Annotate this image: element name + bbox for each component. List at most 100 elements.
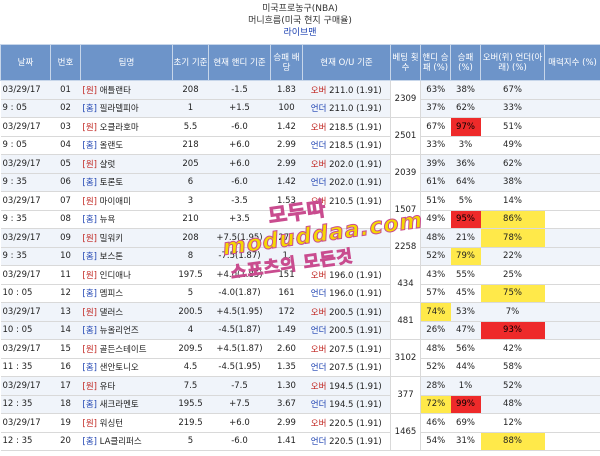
over-under-cell <box>302 247 391 266</box>
over-under-cell: 언더 207.5 (1.91) <box>302 358 391 377</box>
over-under-cell <box>302 210 391 229</box>
team-name[interactable]: 새크라멘토 <box>97 400 139 410</box>
win-loss-pct-cell: 44% <box>450 358 481 377</box>
over-under-cell: 오버 210.5 (1.91) <box>302 191 391 211</box>
handicap-pct-cell: 74% <box>420 302 451 322</box>
home-away-tag: [홈] <box>82 326 97 337</box>
team-name[interactable]: 뉴욕 <box>97 215 116 225</box>
date-cell: 12 : 35 <box>0 432 51 451</box>
team-name[interactable]: 뉴올리언즈 <box>97 326 139 336</box>
odds-cell: 1.42 <box>270 173 303 192</box>
table-row: 9 : 35 08 [홈] 뉴욕 210 +3.5 49% 95% 86% <box>0 210 600 229</box>
liveman-link[interactable]: 라이브맨 <box>0 27 600 39</box>
team-cell: [홈] 토론토 <box>80 173 173 192</box>
win-loss-pct-cell: 45% <box>450 284 481 303</box>
date-cell: 10 : 05 <box>0 321 51 340</box>
handicap-cell: -7.5 <box>208 376 271 396</box>
team-cell: [원] 오클라호마 <box>80 117 173 137</box>
team-name[interactable]: 보스톤 <box>97 252 123 262</box>
odds-cell: 2.60 <box>270 339 303 359</box>
handicap-cell: +7.5(1.95) <box>208 228 271 248</box>
odds-cell: 1.30 <box>270 376 303 396</box>
over-under-value: 194.5 (1.91) <box>326 381 382 392</box>
team-name[interactable]: 애틀랜타 <box>97 86 131 96</box>
table-row: 03/29/17 15 [원] 골든스테이트 209.5 +4.5(1.87) 2.60 오… <box>0 339 600 377</box>
bet-count-cell: 3102 <box>390 339 421 377</box>
team-name[interactable]: 올랜도 <box>97 141 123 151</box>
team-name[interactable]: 멤피스 <box>97 289 123 299</box>
over-under-value: 220.5 (1.91) <box>326 437 382 448</box>
home-away-tag: [원] <box>82 344 97 355</box>
date-cell: 03/29/17 <box>0 265 51 285</box>
home-away-tag: [홈] <box>82 141 97 152</box>
team-name[interactable]: 밀워키 <box>97 234 123 244</box>
team-name[interactable]: 샬럿 <box>97 160 116 170</box>
team-cell: [홈] 필라델피아 <box>80 99 173 118</box>
bet-count-cell: 2309 <box>390 80 421 118</box>
over-under-pct-cell: 48% <box>480 395 545 414</box>
team-name[interactable]: 워싱턴 <box>97 419 123 429</box>
team-name[interactable]: 댈러스 <box>97 308 123 318</box>
team-cell: [홈] 뉴욕 <box>80 210 173 229</box>
date-cell: 9 : 05 <box>0 99 51 118</box>
over-under-type: 언더 <box>310 289 327 300</box>
number-cell: 19 <box>50 413 81 433</box>
bet-count-cell: 2039 <box>390 154 421 192</box>
date-cell: 9 : 05 <box>0 136 51 155</box>
number-cell: 03 <box>50 117 81 137</box>
over-under-value: 211.0 (1.91) <box>326 104 382 115</box>
bet-count-cell: 1465 <box>390 413 421 451</box>
attraction-cell <box>544 247 600 266</box>
over-under-pct-cell: 51% <box>480 117 545 137</box>
team-name[interactable]: 골든스테이트 <box>97 345 147 355</box>
table-row: 9 : 35 06 [홈] 토론토 6 -6.0 1.42 언더 202.0 (1.91) 6… <box>0 173 600 192</box>
over-under-pct-cell: 75% <box>480 284 545 303</box>
over-under-value: 220.5 (1.91) <box>326 418 382 429</box>
initial-line-cell: 219.5 <box>172 413 209 433</box>
column-header: 승패 (%) <box>450 44 481 81</box>
team-name[interactable]: 마이애미 <box>97 197 131 207</box>
team-name[interactable]: LA클리퍼스 <box>97 437 142 447</box>
initial-line-cell: 195.5 <box>172 395 209 414</box>
team-cell: [홈] 보스톤 <box>80 247 173 266</box>
bet-count-cell: 1507 <box>390 191 421 229</box>
team-cell: [원] 밀워키 <box>80 228 173 248</box>
number-cell: 10 <box>50 247 81 266</box>
team-name[interactable]: 오클라호마 <box>97 123 139 133</box>
team-name[interactable]: 토론토 <box>97 178 123 188</box>
over-under-type: 언더 <box>310 104 327 115</box>
team-name[interactable]: 유타 <box>97 382 116 392</box>
handicap-cell: -6.0 <box>208 173 271 192</box>
team-cell: [원] 골든스테이트 <box>80 339 173 359</box>
handicap-cell: +6.0 <box>208 154 271 174</box>
odds-cell: 161 <box>270 284 303 303</box>
handicap-pct-cell: 33% <box>420 136 451 155</box>
over-under-cell: 언더 202.0 (1.91) <box>302 173 391 192</box>
attraction-cell <box>544 302 600 322</box>
home-away-tag: [원] <box>82 122 97 133</box>
over-under-cell: 언더 211.0 (1.91) <box>302 99 391 118</box>
table-row: 11 : 35 16 [홈] 샌안토니오 4.5 -4.5(1.95) 1.35 언더 20… <box>0 358 600 377</box>
over-under-cell: 오버 200.5 (1.91) <box>302 302 391 322</box>
number-cell: 02 <box>50 99 81 118</box>
date-cell: 03/29/17 <box>0 413 51 433</box>
over-under-cell: 언더 220.5 (1.91) <box>302 432 391 451</box>
table-row: 12 : 35 18 [홈] 새크라멘토 195.5 +7.5 3.67 언더 194.5 … <box>0 395 600 414</box>
team-name[interactable]: 샌안토니오 <box>97 363 139 373</box>
win-loss-pct-cell: 53% <box>450 302 481 322</box>
over-under-cell: 오버 202.0 (1.91) <box>302 154 391 174</box>
number-cell: 16 <box>50 358 81 377</box>
table-row: 03/29/17 17 [원] 유타 7.5 -7.5 1.30 오버 194.5 (1.9… <box>0 376 600 414</box>
over-under-type: 오버 <box>310 307 327 318</box>
win-loss-pct-cell: 56% <box>450 339 481 359</box>
team-name[interactable]: 인디애나 <box>97 271 131 281</box>
date-cell: 03/29/17 <box>0 154 51 174</box>
team-name[interactable]: 필라델피아 <box>97 104 139 114</box>
handicap-cell: +4.0(1.85) <box>208 265 271 285</box>
over-under-type: 오버 <box>310 85 327 96</box>
team-cell: [홈] 새크라멘토 <box>80 395 173 414</box>
attraction-cell <box>544 395 600 414</box>
number-cell: 20 <box>50 432 81 451</box>
win-loss-pct-cell: 79% <box>450 247 481 266</box>
win-loss-pct-cell: 21% <box>450 228 481 248</box>
